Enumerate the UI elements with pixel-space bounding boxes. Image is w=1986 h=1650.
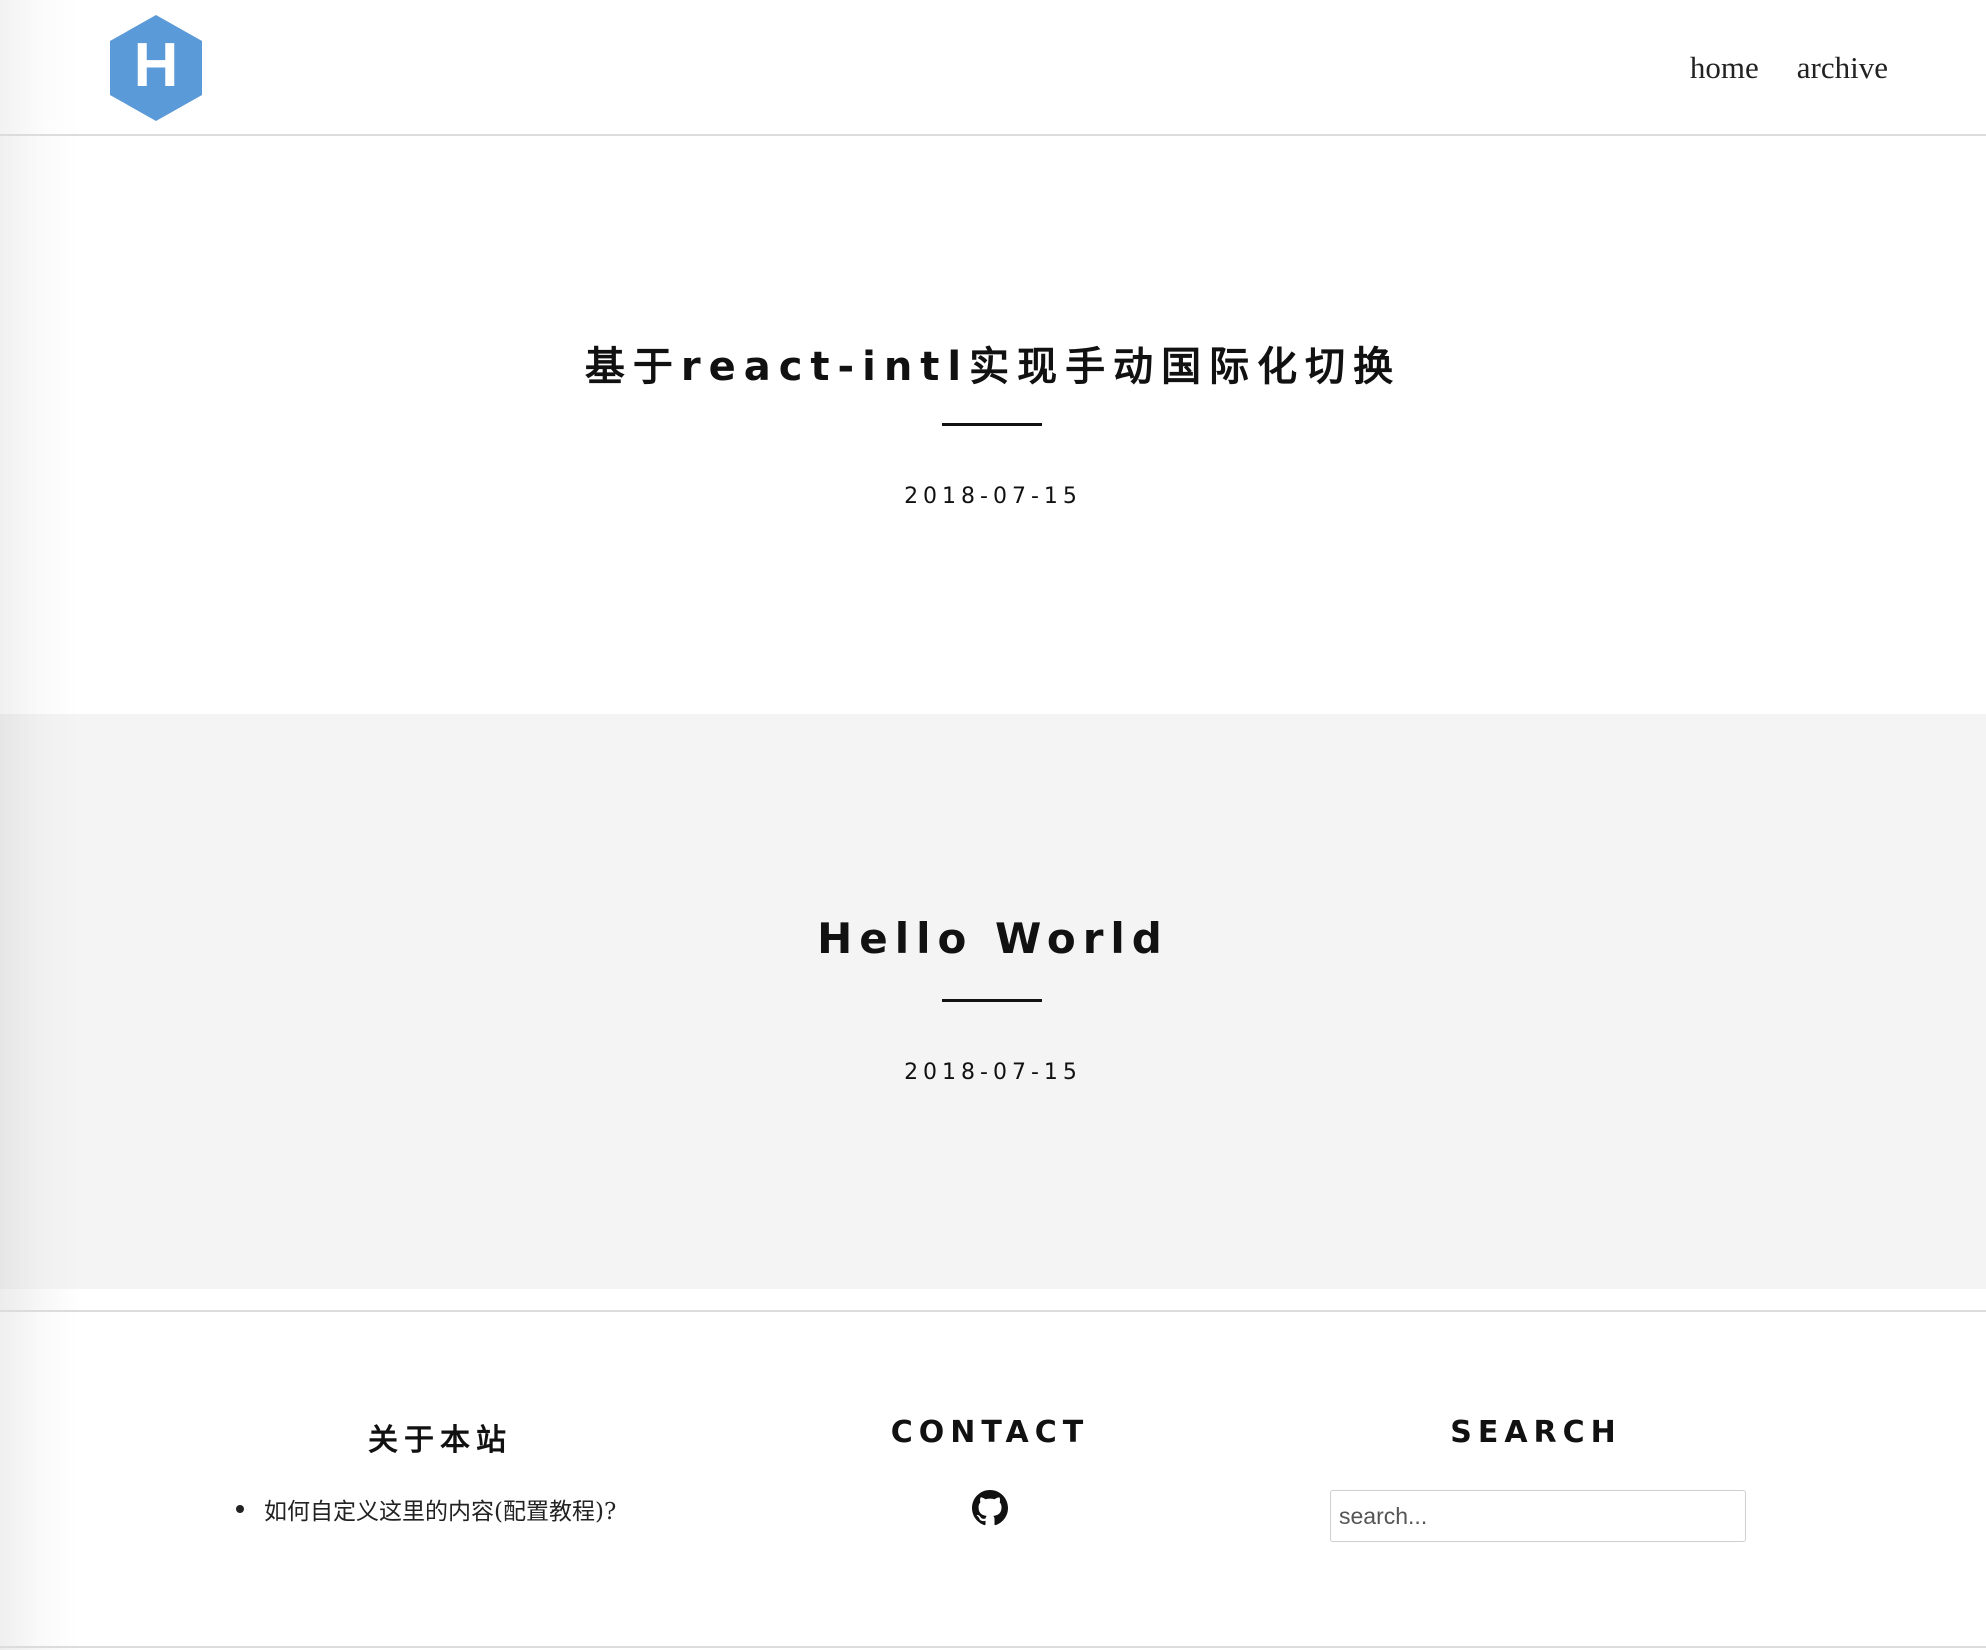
about-heading: 关于本站 <box>368 1423 512 1458</box>
title-divider <box>942 999 1042 1002</box>
github-link[interactable] <box>972 1490 1008 1526</box>
hexagon-logo-icon: H <box>110 15 202 121</box>
logo-letter: H <box>134 31 179 100</box>
contact-heading: CONTACT <box>890 1415 1090 1450</box>
main-nav: home archive <box>1690 50 1888 86</box>
config-tutorial-link[interactable]: 如何自定义这里的内容(配置教程)? <box>264 1492 616 1526</box>
search-section: SEARCH <box>1256 1312 1816 1646</box>
post-card: 基于react-intl实现手动国际化切换 2018-07-15 <box>0 136 1986 714</box>
blog-page: H home archive 基于react-intl实现手动国际化切换 201… <box>0 0 1986 1650</box>
about-list: 如何自定义这里的内容(配置教程)? <box>236 1492 616 1526</box>
site-logo[interactable]: H <box>106 13 206 123</box>
post-card: Hello World 2018-07-15 <box>0 714 1986 1289</box>
post-title-link[interactable]: Hello World <box>0 914 1986 963</box>
about-section: 关于本站 如何自定义这里的内容(配置教程)? <box>160 1312 720 1646</box>
bullet-icon <box>236 1505 244 1513</box>
list-item: 如何自定义这里的内容(配置教程)? <box>236 1492 616 1526</box>
search-input[interactable] <box>1330 1490 1746 1542</box>
github-icon <box>972 1490 1008 1526</box>
nav-archive-link[interactable]: archive <box>1797 50 1888 86</box>
nav-home-link[interactable]: home <box>1690 50 1759 86</box>
search-heading: SEARCH <box>1450 1415 1622 1450</box>
site-footer: 关于本站 如何自定义这里的内容(配置教程)? CONTACT SEARCH <box>0 1310 1986 1648</box>
title-divider <box>942 423 1042 426</box>
post-date: 2018-07-15 <box>904 1060 1082 1085</box>
site-header: H home archive <box>0 0 1986 136</box>
post-title-link[interactable]: 基于react-intl实现手动国际化切换 <box>0 334 1986 392</box>
post-date: 2018-07-15 <box>904 484 1082 509</box>
contact-section: CONTACT <box>710 1312 1270 1646</box>
